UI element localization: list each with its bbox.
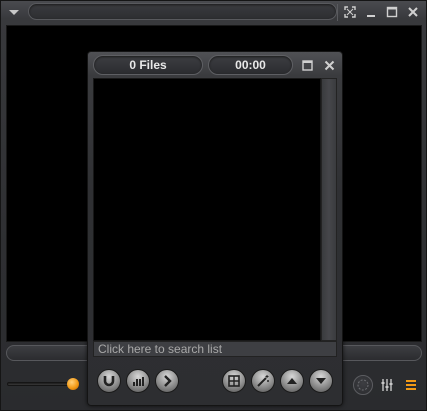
right-control-cluster — [353, 375, 421, 395]
close-icon — [408, 7, 418, 17]
maximize-icon — [386, 6, 398, 18]
bars-button[interactable] — [126, 369, 150, 393]
close-button[interactable] — [404, 4, 422, 21]
fullscreen-icon — [344, 6, 356, 18]
minimize-icon — [367, 15, 375, 17]
playlist-maximize-button[interactable] — [297, 56, 317, 74]
playlist-list[interactable] — [93, 78, 321, 341]
playlist-close-button[interactable] — [319, 56, 339, 74]
playlist-panel: 0 Files 00:00 Click here to search list — [87, 51, 343, 406]
window-controls — [337, 3, 422, 21]
chevron-down-icon — [9, 9, 19, 15]
volume-knob[interactable] — [67, 378, 79, 390]
magnet-button[interactable] — [97, 369, 121, 393]
grid-button[interactable] — [222, 369, 246, 393]
title-bar — [1, 1, 426, 23]
playlist-scrollbar[interactable] — [321, 78, 337, 341]
effects-button[interactable] — [353, 375, 373, 395]
wand-icon — [257, 375, 269, 387]
minimize-button[interactable] — [362, 4, 380, 21]
sparkle-icon — [357, 379, 369, 391]
maximize-icon — [301, 59, 313, 71]
close-icon — [324, 60, 334, 70]
up-arrow-icon — [287, 378, 297, 384]
move-down-button[interactable] — [309, 369, 333, 393]
playlist-toolbar — [88, 362, 342, 402]
file-count: 0 Files — [93, 55, 203, 75]
wand-button[interactable] — [251, 369, 275, 393]
menu-button[interactable] — [5, 5, 23, 19]
equalizer-button[interactable] — [377, 375, 397, 395]
equalizer-icon — [381, 379, 393, 391]
down-arrow-icon — [316, 378, 326, 384]
playlist-toggle-button[interactable] — [401, 375, 421, 395]
playlist-search-field[interactable]: Click here to search list — [93, 341, 337, 357]
forward-icon — [164, 375, 172, 387]
maximize-button[interactable] — [383, 4, 401, 21]
magnet-icon — [103, 376, 115, 387]
grid-icon — [228, 375, 240, 387]
playlist-icon — [406, 380, 416, 390]
fullscreen-button[interactable] — [337, 3, 359, 21]
title-display[interactable] — [28, 3, 337, 20]
forward-button[interactable] — [155, 369, 179, 393]
total-time: 00:00 — [208, 55, 293, 75]
bars-icon — [133, 377, 144, 386]
playlist-window-controls — [297, 56, 339, 74]
move-up-button[interactable] — [280, 369, 304, 393]
